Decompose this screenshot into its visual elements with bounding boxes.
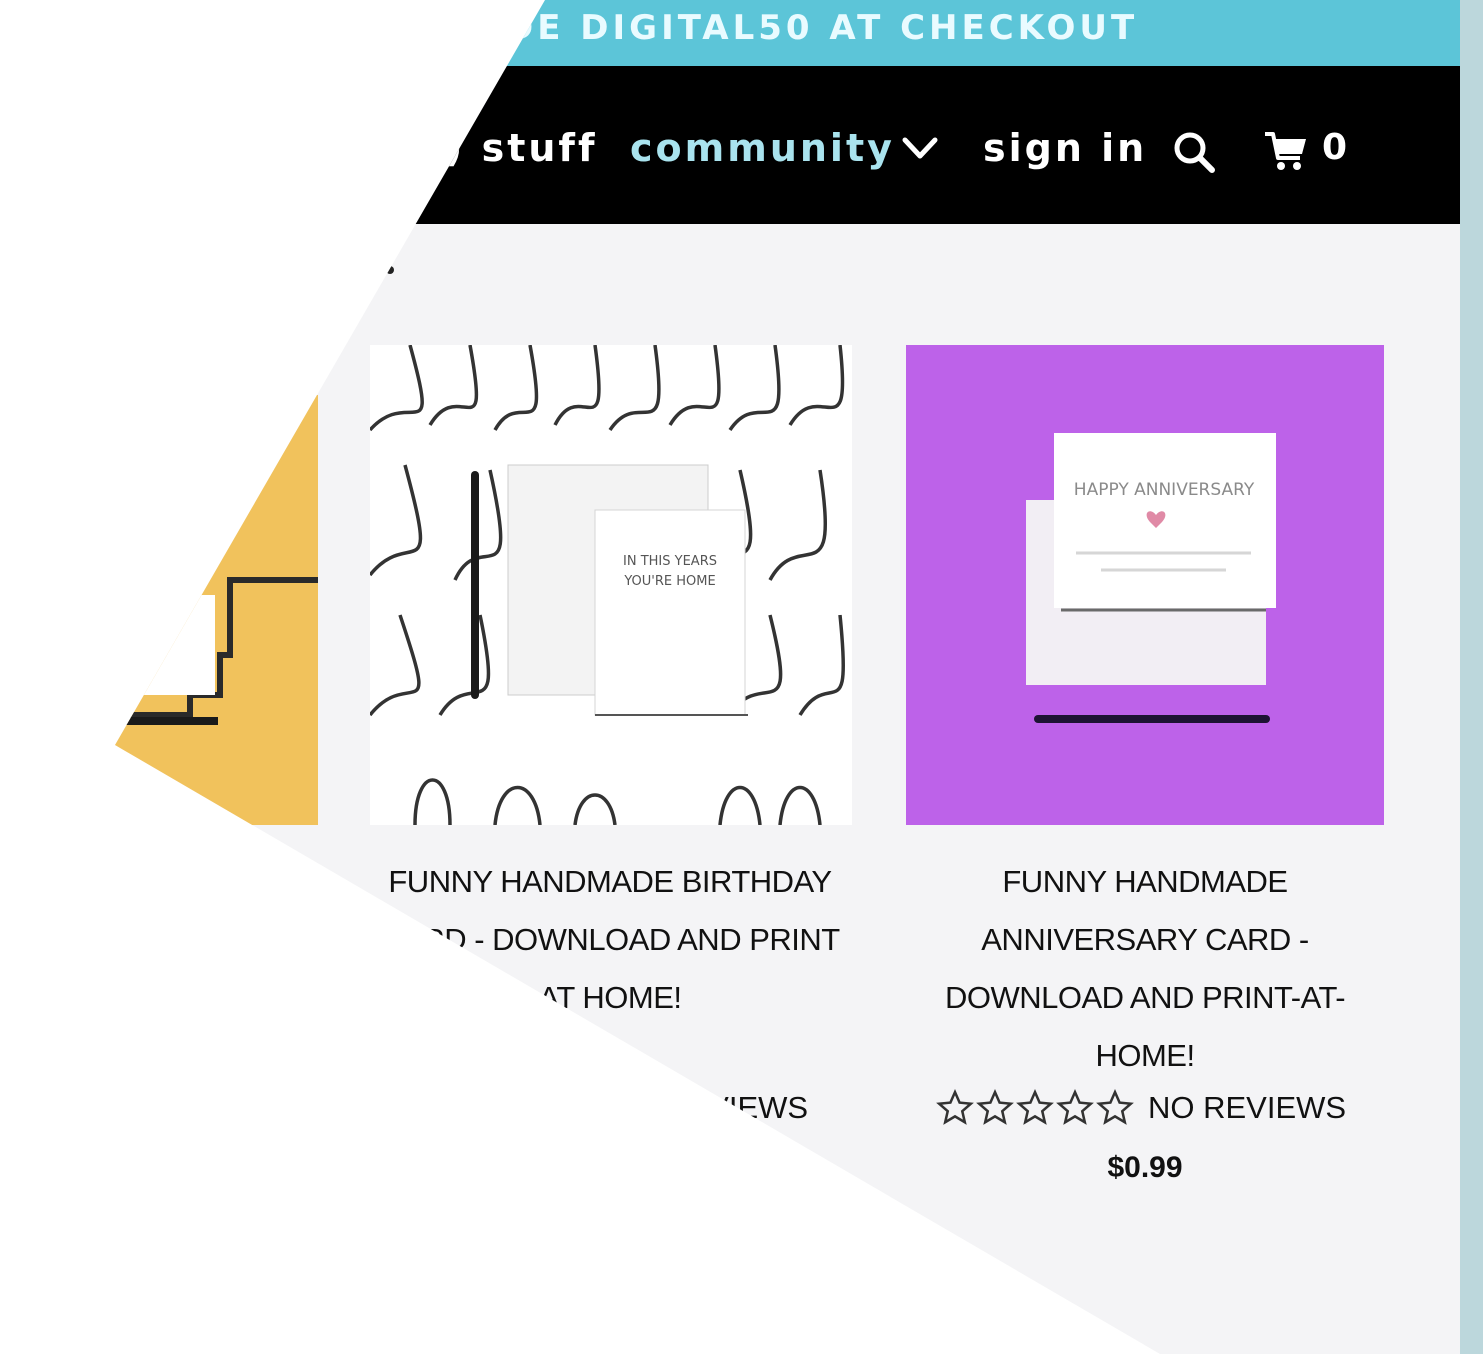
decorative-dot xyxy=(386,266,394,274)
product-price: $0.99 xyxy=(1107,1151,1183,1184)
star-outline-icon xyxy=(936,1089,974,1125)
birthday-card-illustration: IN THIS YEARS YOU'RE HOME xyxy=(370,345,846,825)
promo-banner: DE DIGITAL50 AT CHECKOUT xyxy=(115,0,1460,66)
star-outline-icon xyxy=(478,1089,516,1125)
star-outline-icon xyxy=(1016,1089,1054,1125)
page-shell: DE DIGITAL50 AT CHECKOUT ) stuff communi… xyxy=(115,0,1460,1354)
nav-item-community[interactable]: community xyxy=(630,126,895,170)
star-outline-icon xyxy=(398,1089,436,1125)
promo-text: DE DIGITAL50 AT CHECKOUT xyxy=(505,8,1139,48)
svg-text:YOU'RE HOME: YOU'RE HOME xyxy=(623,574,715,589)
star-outline-icon xyxy=(558,1089,596,1125)
partial-card-illustration xyxy=(115,577,318,725)
rating-anniversary: NO REVIEWS xyxy=(936,1086,1346,1130)
star-outline-icon xyxy=(1096,1089,1134,1125)
cart-icon[interactable] xyxy=(1262,126,1310,174)
anniversary-card-illustration: HAPPY ANNIVERSARY xyxy=(1026,433,1276,723)
product-title-anniversary[interactable]: FUNNY HANDMADE ANNIVERSARY CARD - DOWNLO… xyxy=(910,853,1380,1085)
star-rating xyxy=(936,1089,1134,1127)
cart-count[interactable]: 0 xyxy=(1322,126,1347,170)
rating-birthday: NO REVIEWS xyxy=(398,1086,808,1130)
chevron-down-icon[interactable] xyxy=(900,134,940,164)
review-count-label[interactable]: NO REVIEWS xyxy=(610,1086,808,1130)
product-image-anniversary-card[interactable]: HAPPY ANNIVERSARY xyxy=(906,345,1384,825)
screenshot-crop: DE DIGITAL50 AT CHECKOUT ) stuff communi… xyxy=(115,0,1483,1354)
product-title-birthday[interactable]: FUNNY HANDMADE BIRTHDAY CARD - DOWNLOAD … xyxy=(380,853,840,1027)
star-outline-icon xyxy=(438,1089,476,1125)
main-nav: ) stuff community sign in 0 xyxy=(115,66,1460,224)
window-edge xyxy=(1460,0,1483,1354)
star-rating xyxy=(398,1089,596,1127)
star-outline-icon xyxy=(518,1089,556,1125)
svg-text:HAPPY ANNIVERSARY: HAPPY ANNIVERSARY xyxy=(1074,480,1255,500)
search-icon[interactable] xyxy=(1170,128,1218,176)
review-count-label[interactable]: NO REVIEWS xyxy=(1148,1086,1346,1130)
star-outline-icon xyxy=(976,1089,1014,1125)
star-outline-icon xyxy=(1056,1089,1094,1125)
nav-item-sign-in[interactable]: sign in xyxy=(983,126,1147,170)
product-image-partial[interactable] xyxy=(115,395,318,825)
svg-text:IN THIS YEARS: IN THIS YEARS xyxy=(623,554,717,569)
nav-item-stuff[interactable]: ) stuff xyxy=(445,126,598,170)
product-image-birthday-card[interactable]: IN THIS YEARS YOU'RE HOME xyxy=(370,345,852,825)
